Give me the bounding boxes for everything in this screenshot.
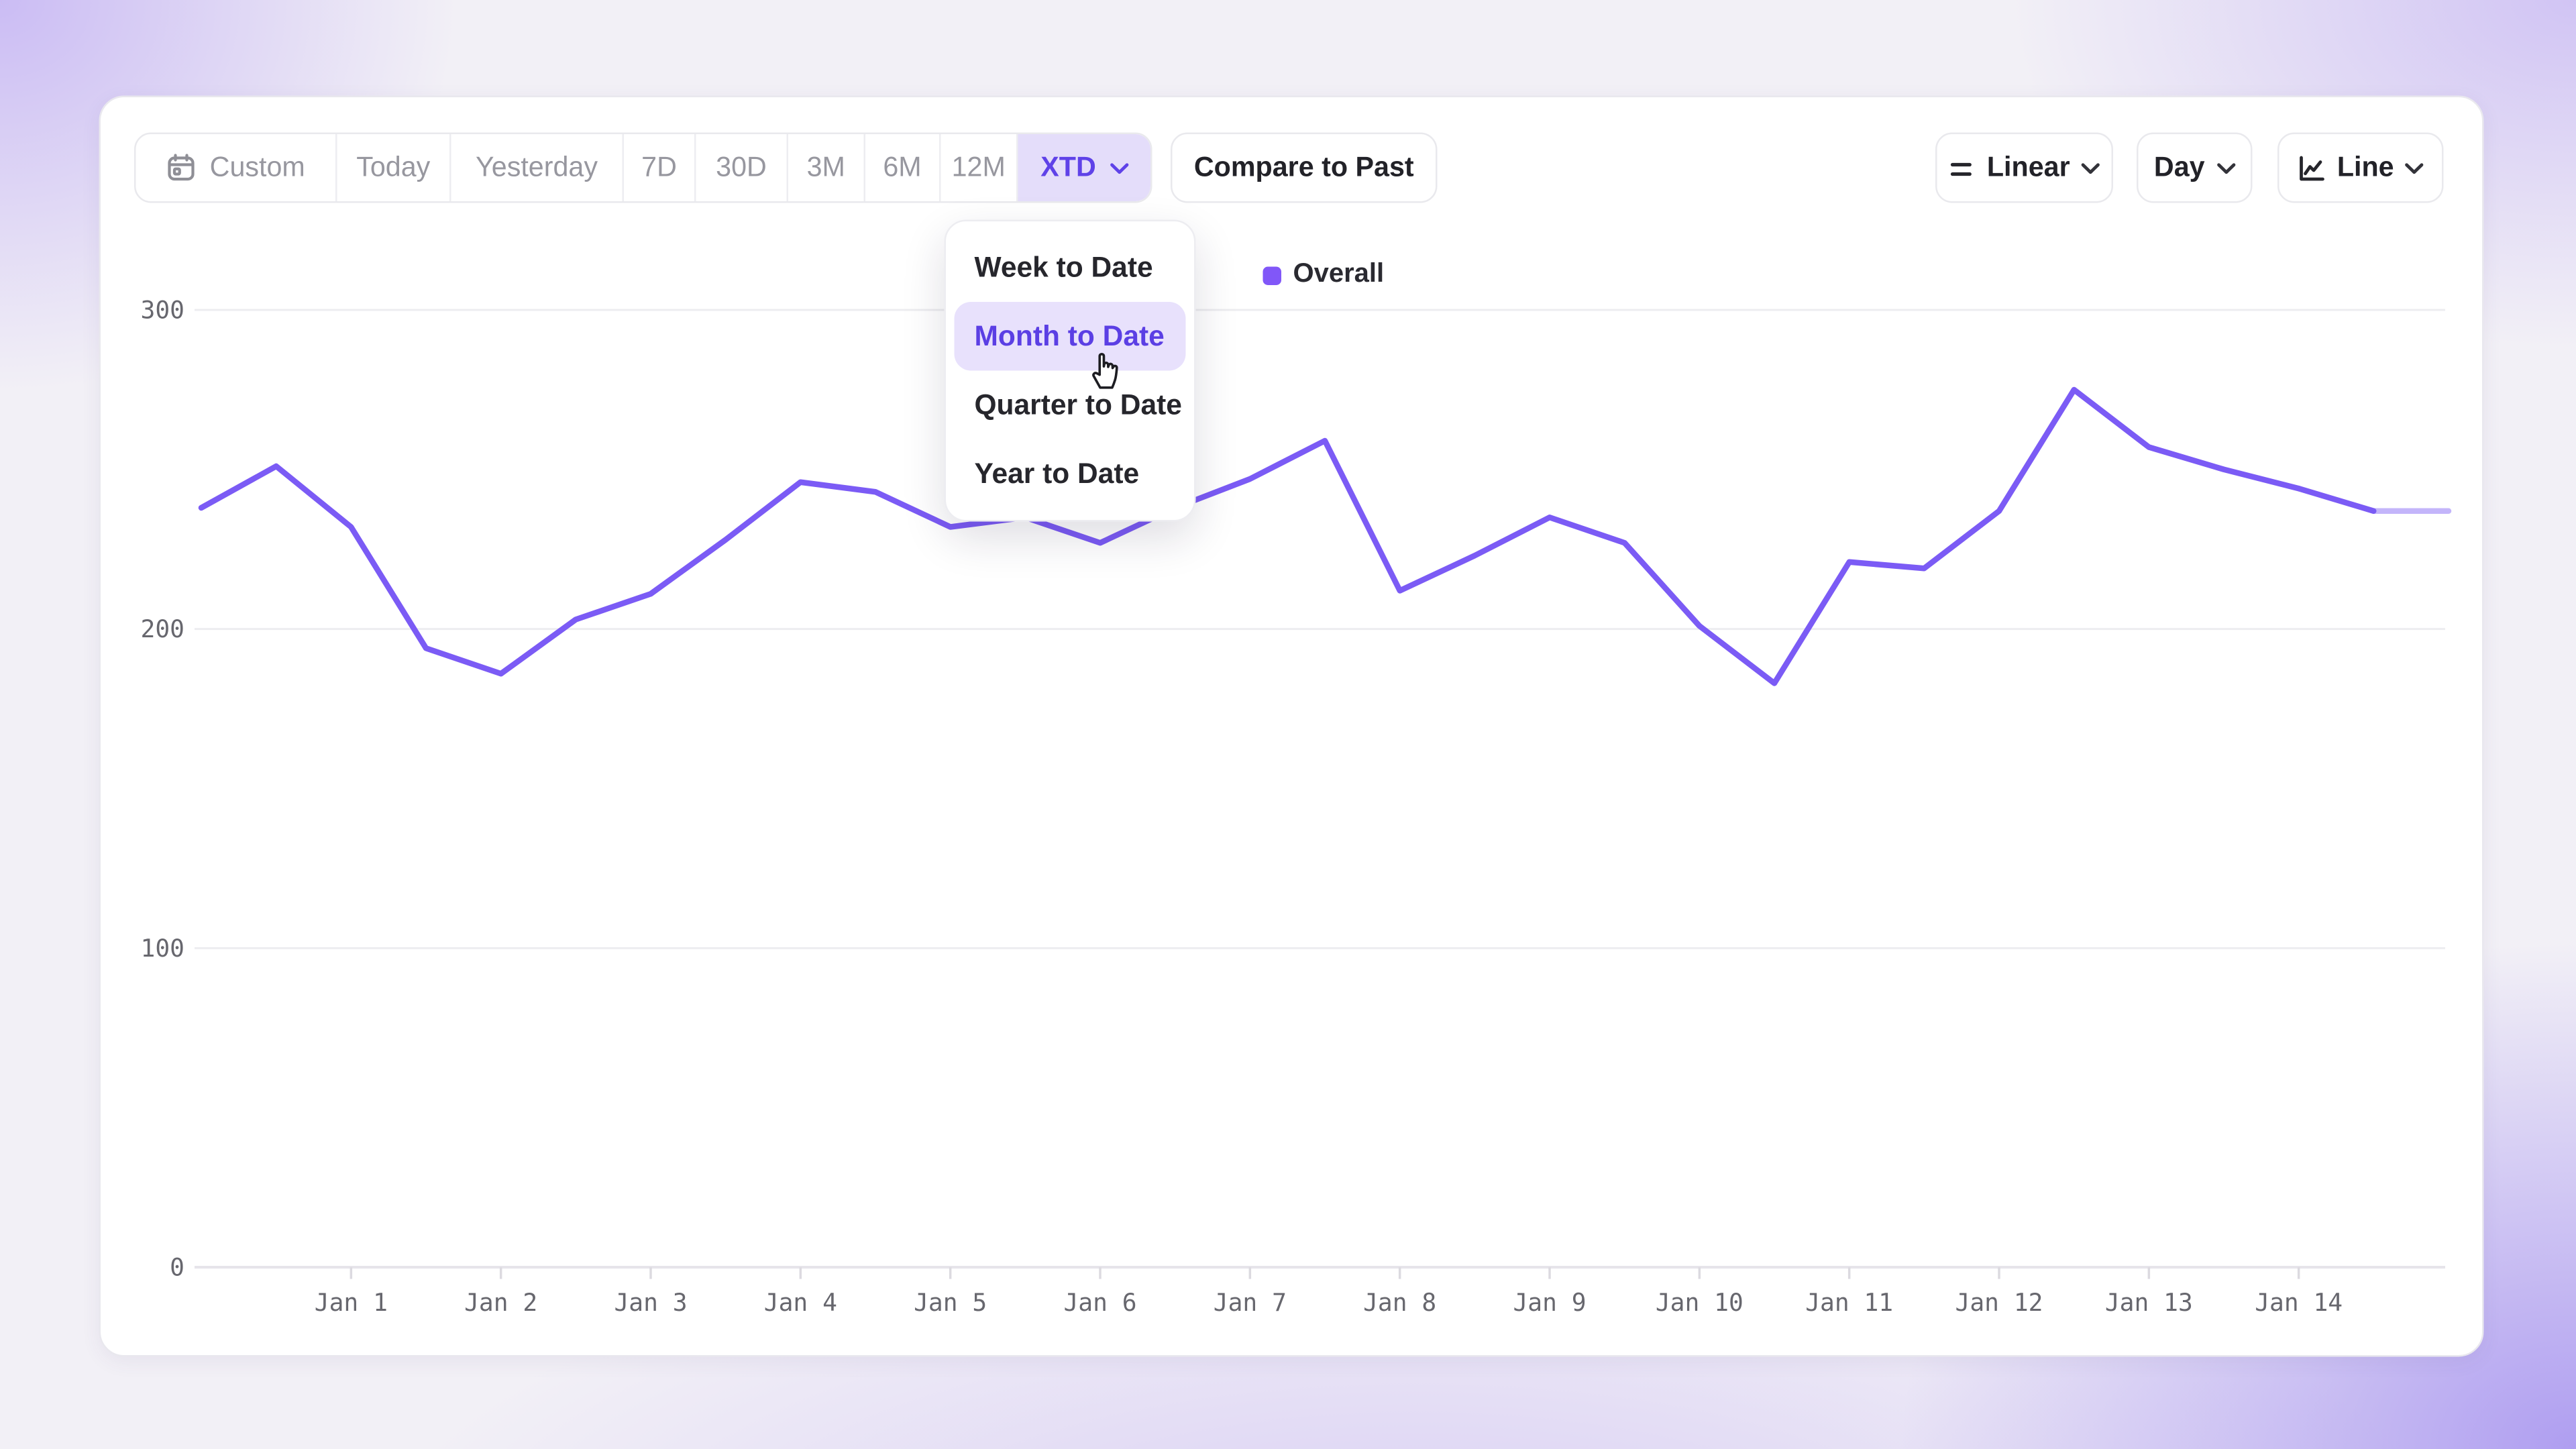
date-range-group: Custom Today Yesterday 7D 30D 3M 6M 12M … <box>134 133 1152 203</box>
range-12m-button[interactable]: 12M <box>941 134 1018 201</box>
xtd-dropdown-menu: Week to Date Month to Date Quarter to Da… <box>945 220 1196 522</box>
compare-to-past-button[interactable]: Compare to Past <box>1171 133 1438 203</box>
range-30d-button[interactable]: 30D <box>696 134 789 201</box>
menu-item-quarter-to-date[interactable]: Quarter to Date <box>955 371 1186 440</box>
page-background: 0100200300Jan 1Jan 2Jan 3Jan 4Jan 5Jan 6… <box>0 0 2576 1449</box>
legend-label-overall: Overall <box>1293 260 1385 290</box>
chevron-down-icon <box>1110 162 1128 174</box>
hand-pointer-cursor <box>1083 345 1126 391</box>
chart-legend: Overall <box>1263 260 1385 290</box>
linear-scale-icon <box>1948 154 1975 181</box>
chevron-down-icon <box>2082 162 2100 174</box>
range-6m-button[interactable]: 6M <box>865 134 941 201</box>
range-custom-label: Custom <box>210 152 305 184</box>
range-today-button[interactable]: Today <box>337 134 451 201</box>
range-custom-button[interactable]: Custom <box>136 134 337 201</box>
scale-select-button[interactable]: Linear <box>1935 133 2113 203</box>
chart-type-select-button[interactable]: Line <box>2277 133 2444 203</box>
range-yesterday-button[interactable]: Yesterday <box>451 134 625 201</box>
calendar-icon <box>166 153 197 183</box>
menu-item-year-to-date[interactable]: Year to Date <box>955 439 1186 508</box>
range-xtd-button[interactable]: XTD <box>1018 134 1151 201</box>
menu-item-week-to-date[interactable]: Week to Date <box>955 233 1186 303</box>
menu-item-month-to-date[interactable]: Month to Date <box>955 302 1186 371</box>
chevron-down-icon <box>2406 162 2424 174</box>
interval-select-button[interactable]: Day <box>2137 133 2253 203</box>
range-7d-button[interactable]: 7D <box>624 134 696 201</box>
chevron-down-icon <box>2216 162 2235 174</box>
line-chart-icon <box>2297 154 2326 182</box>
range-3m-button[interactable]: 3M <box>788 134 865 201</box>
legend-swatch-overall <box>1263 266 1282 284</box>
